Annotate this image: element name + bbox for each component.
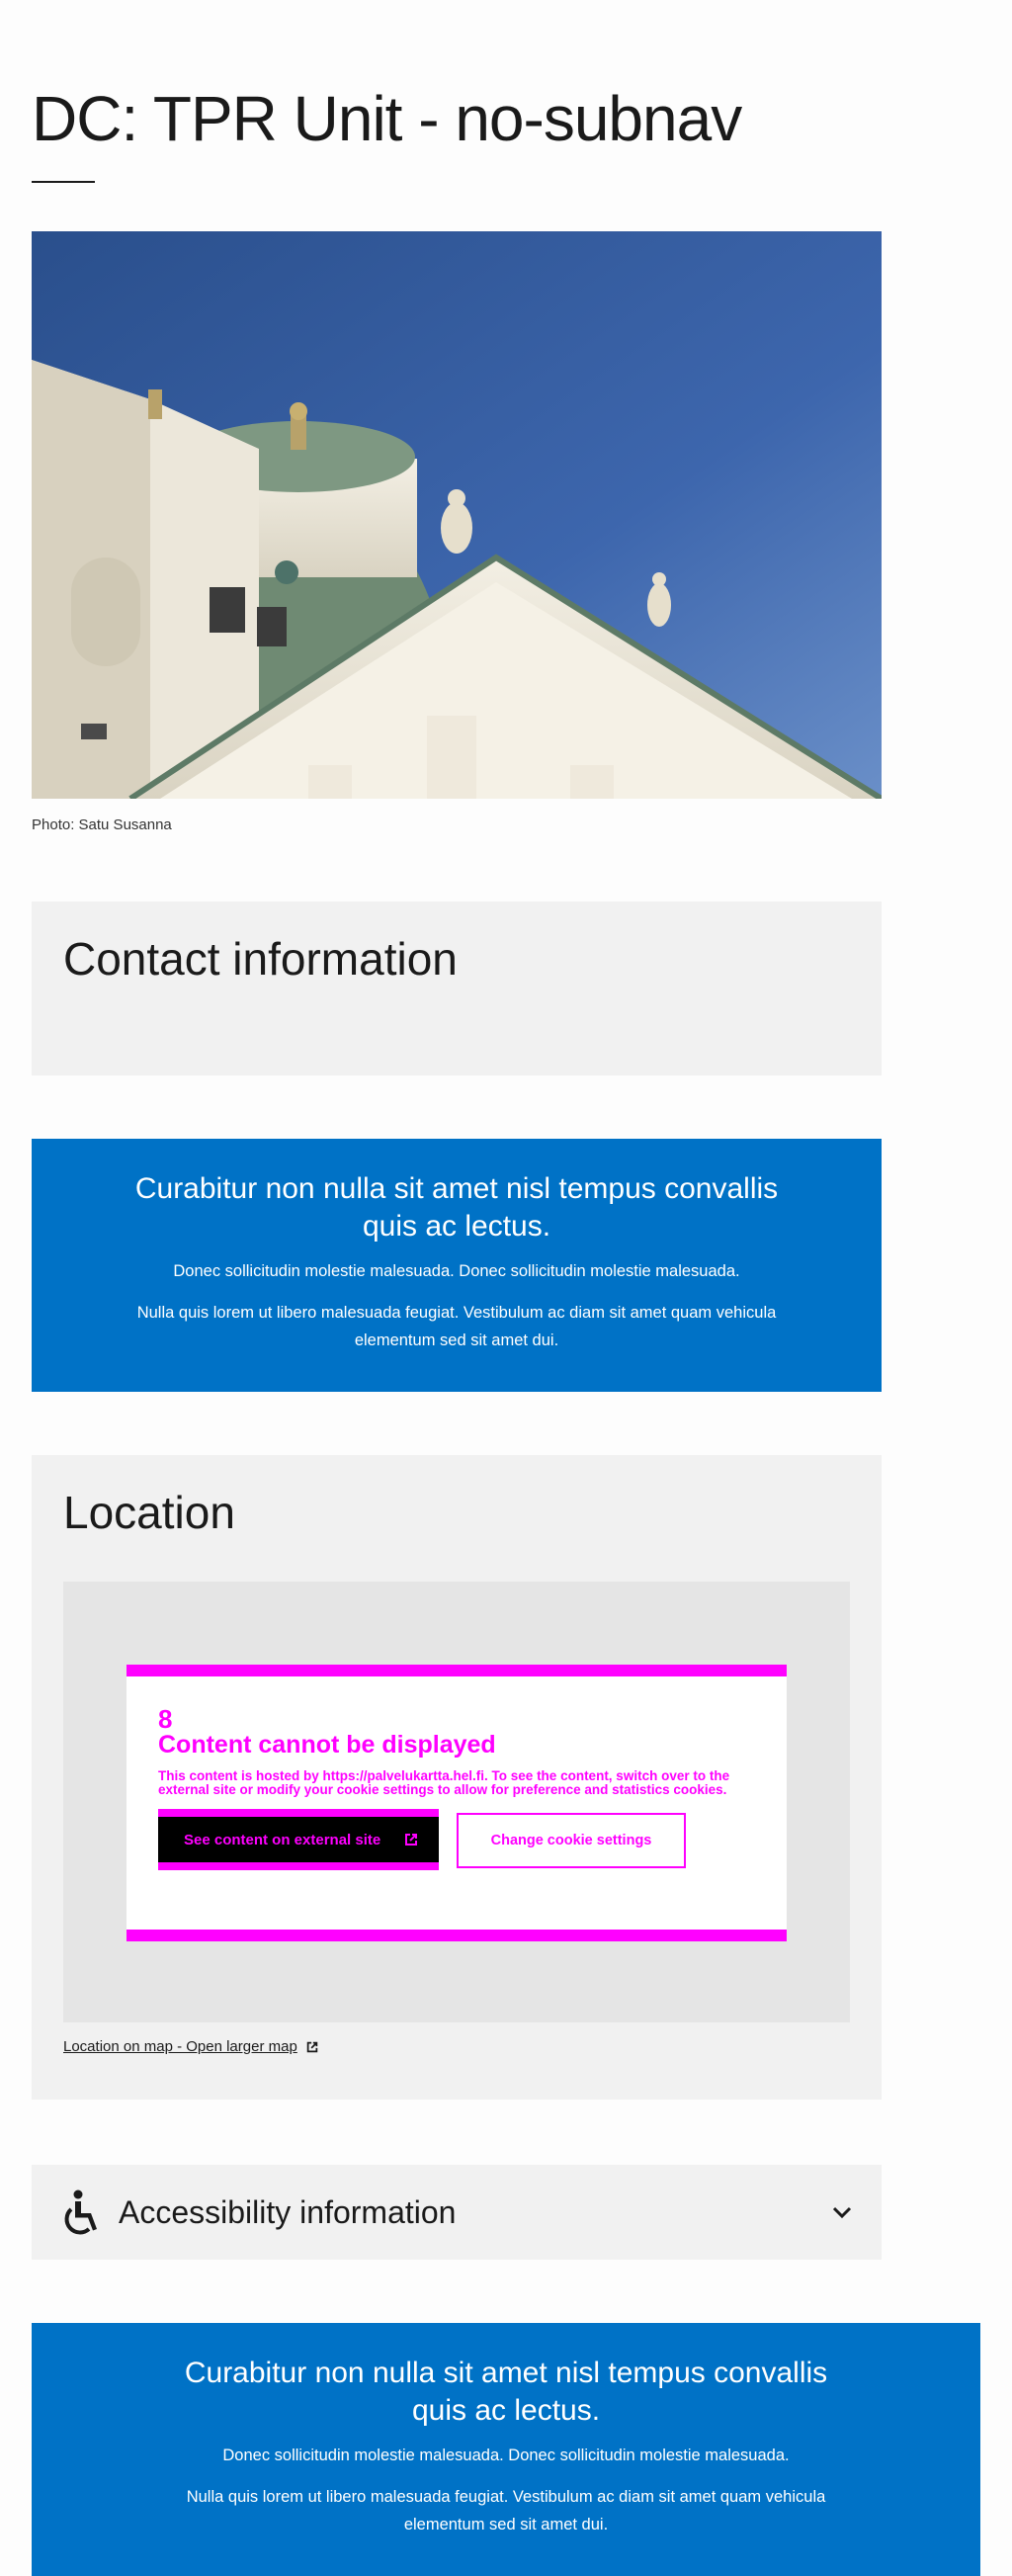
wheelchair-icon: [64, 2190, 97, 2235]
banner-bottom-paragraph-1: Donec sollicitudin molestie malesuada. D…: [222, 2447, 790, 2464]
title-divider: [32, 181, 95, 183]
open-larger-map-link[interactable]: Location on map - Open larger map: [63, 2038, 319, 2055]
banner-bottom: Curabitur non nulla sit amet nisl tempus…: [32, 2323, 980, 2576]
cookie-notice: 8 Content cannot be displayed This conte…: [126, 1665, 787, 1941]
external-link-icon: [306, 2041, 318, 2052]
map-link-label: Location on map - Open larger map: [63, 2038, 297, 2055]
notice-heading: Content cannot be displayed: [158, 1731, 496, 1759]
banner-top-title: Curabitur non nulla sit amet nisl tempus…: [134, 1172, 779, 1243]
alert-icon: 8: [158, 1704, 173, 1734]
banner-top: Curabitur non nulla sit amet nisl tempus…: [32, 1139, 882, 1392]
location-section: Location 8 Content cannot be displayed T…: [32, 1455, 882, 2100]
page-title: DC: TPR Unit - no-subnav: [32, 83, 742, 154]
contact-section: Contact information: [32, 902, 882, 1075]
banner-bottom-title: Curabitur non nulla sit amet nisl tempus…: [184, 2357, 828, 2427]
external-button-label: See content on external site: [184, 1831, 381, 1848]
map-embed-area: 8 Content cannot be displayed This conte…: [63, 1582, 850, 2022]
banner-top-paragraph-1: Donec sollicitudin molestie malesuada. D…: [173, 1262, 740, 1280]
banner-bottom-paragraph-2: Nulla quis lorem ut libero malesuada feu…: [186, 2488, 826, 2533]
banner-top-paragraph-2: Nulla quis lorem ut libero malesuada feu…: [136, 1304, 777, 1349]
location-heading: Location: [63, 1487, 235, 1538]
hero-image: [32, 231, 882, 799]
change-cookie-settings-button[interactable]: Change cookie settings: [457, 1813, 686, 1868]
accessibility-accordion[interactable]: Accessibility information: [32, 2165, 882, 2260]
notice-text: This content is hosted by https://palvel…: [158, 1768, 730, 1797]
photo-caption: Photo: Satu Susanna: [32, 816, 172, 833]
contact-heading: Contact information: [63, 933, 458, 985]
chevron-down-icon: [832, 2206, 852, 2219]
external-link-icon: [405, 1834, 417, 1846]
see-external-content-button[interactable]: See content on external site: [158, 1809, 439, 1870]
accessibility-label: Accessibility information: [119, 2193, 457, 2230]
